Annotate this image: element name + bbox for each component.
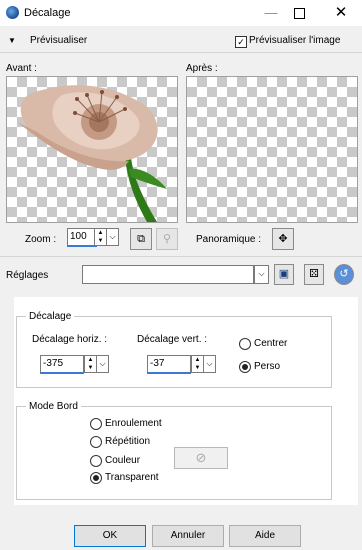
centrer-radio[interactable]	[239, 338, 251, 350]
zoom-dropdown-button[interactable]: ⌵	[106, 228, 119, 246]
save-icon: ▣	[278, 268, 290, 280]
panoramique-label: Panoramique :	[196, 234, 262, 245]
randomize-button[interactable]: ⚄	[304, 264, 324, 285]
vertical-offset-label: Décalage vert. :	[137, 334, 208, 345]
pan-button[interactable]: ✥	[272, 228, 294, 250]
perso-radio[interactable]	[239, 361, 251, 373]
reset-icon: ↺	[339, 268, 349, 280]
repetition-radio[interactable]	[90, 436, 102, 448]
maximize-icon	[293, 8, 305, 19]
randomize-dice-icon: ⚄	[309, 268, 319, 280]
vertical-offset-dropdown[interactable]: ⌵	[203, 355, 216, 373]
before-preview[interactable]	[6, 76, 178, 223]
couleur-label[interactable]: Couleur	[105, 455, 140, 466]
divider	[0, 256, 362, 257]
close-button[interactable]: ✕	[328, 4, 354, 22]
after-label: Après :	[186, 63, 218, 74]
pan-move-icon: ✥	[278, 233, 288, 245]
horizontal-offset-input[interactable]: -375	[40, 355, 84, 374]
after-preview[interactable]	[186, 76, 358, 223]
help-button[interactable]: Aide	[229, 525, 301, 547]
save-preset-button[interactable]: ▣	[274, 264, 294, 285]
window-title: Décalage	[24, 7, 71, 19]
no-color-icon: ⊘	[195, 450, 207, 465]
presets-label: Réglages	[6, 270, 49, 281]
ok-button[interactable]: OK	[74, 525, 146, 547]
preview-image-checkbox[interactable]: ✓	[235, 36, 247, 48]
before-label: Avant :	[6, 63, 37, 74]
perso-label[interactable]: Perso	[254, 361, 280, 372]
repetition-label[interactable]: Répétition	[105, 436, 150, 447]
fit-to-window-icon: ⧉	[137, 233, 145, 245]
magnifier-icon: ⚲	[162, 233, 172, 245]
enroulement-label[interactable]: Enroulement	[105, 418, 162, 429]
offset-app-icon	[6, 6, 19, 19]
magnifier-button[interactable]: ⚲	[156, 228, 178, 250]
horizontal-offset-label: Décalage horiz. :	[32, 334, 108, 345]
flower-image	[17, 85, 167, 222]
minimize-button[interactable]: —	[258, 4, 284, 22]
presets-dropdown-button[interactable]: ⌵	[254, 265, 269, 284]
preview-image-checkbox-label[interactable]: Prévisualiser l'image	[249, 35, 340, 46]
maximize-button[interactable]	[286, 4, 312, 22]
presets-select[interactable]	[82, 265, 254, 284]
transparent-label[interactable]: Transparent	[105, 472, 159, 483]
edge-color-swatch[interactable]: ⊘	[174, 447, 228, 469]
transparent-radio[interactable]	[90, 472, 102, 484]
fit-to-window-button[interactable]: ⧉	[130, 228, 152, 250]
vertical-offset-input[interactable]: -37	[147, 355, 191, 374]
zoom-input[interactable]: 100	[67, 228, 97, 247]
enroulement-radio[interactable]	[90, 418, 102, 430]
horizontal-offset-dropdown[interactable]: ⌵	[96, 355, 109, 373]
cancel-button[interactable]: Annuler	[152, 525, 224, 547]
centrer-label[interactable]: Centrer	[254, 338, 287, 349]
reset-button[interactable]: ↺	[334, 264, 354, 285]
couleur-radio[interactable]	[90, 455, 102, 467]
edge-mode-group-title: Mode Bord	[26, 401, 81, 412]
zoom-label: Zoom :	[25, 234, 57, 245]
preview-toggle-label[interactable]: Prévisualiser	[30, 35, 87, 46]
preview-collapse-toggle[interactable]: ▼	[8, 36, 16, 45]
offset-group-title: Décalage	[26, 311, 75, 322]
offset-group	[16, 316, 332, 388]
divider	[0, 52, 362, 53]
